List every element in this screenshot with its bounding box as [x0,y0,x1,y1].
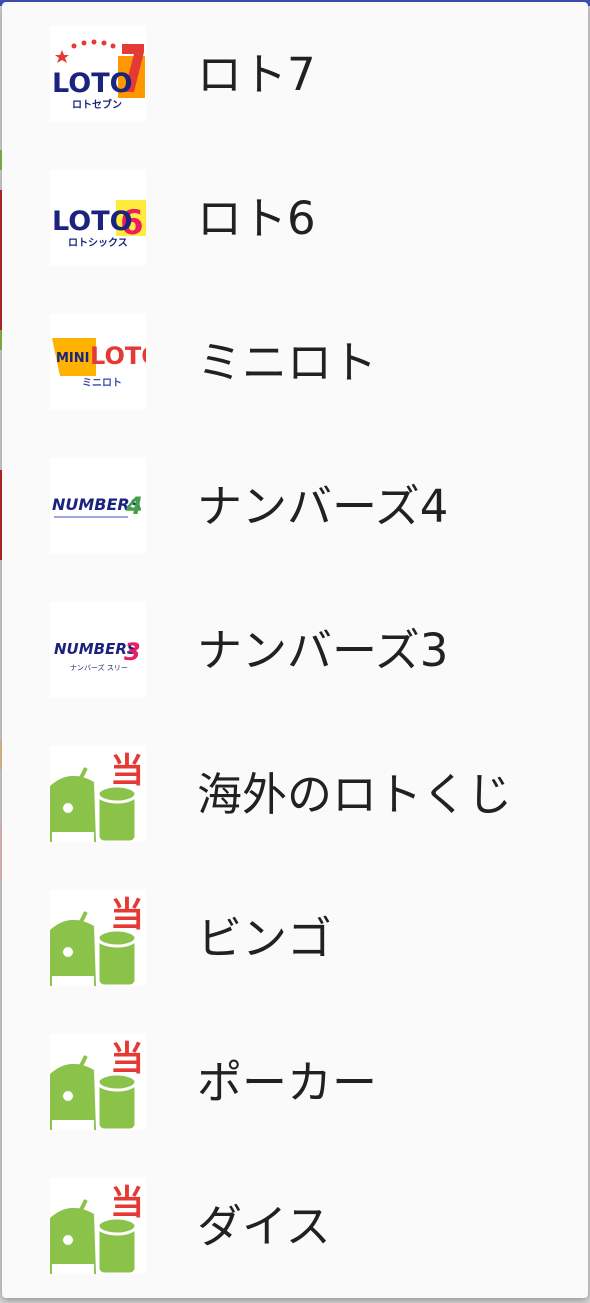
svg-text:LOTO: LOTO [90,342,146,370]
svg-text:4: 4 [125,492,143,520]
menu-item-bingo[interactable]: 当 ビンゴ [2,866,588,1010]
menu-item-label: ポーカー [197,1055,378,1109]
menu-item-loto7[interactable]: LOTO ロトセブン ロト7 [2,2,588,146]
svg-text:当: 当 [110,1183,144,1223]
lottery-menu-drawer: LOTO ロトセブン ロト7 6 LOTO ロトシックス ロト6 MINI LO… [2,2,588,1298]
menu-item-label: 海外のロトくじ [197,767,513,821]
android-atari-icon: 当 [50,746,146,842]
menu-item-label: ビンゴ [197,911,333,965]
menu-item-label: ミニロト [197,335,378,389]
svg-text:当: 当 [110,1039,144,1079]
miniloto-logo-icon: MINI LOTO ミニロト [50,314,146,410]
menu-item-label: ナンバーズ4 [197,479,449,533]
menu-item-poker[interactable]: 当 ポーカー [2,1010,588,1154]
svg-text:当: 当 [110,895,144,935]
svg-text:ロトシックス: ロトシックス [68,237,128,249]
svg-text:ロトセブン: ロトセブン [72,98,122,111]
svg-text:3: 3 [124,638,141,666]
android-atari-icon: 当 [50,1034,146,1130]
svg-text:当: 当 [110,751,144,791]
svg-text:MINI: MINI [56,351,90,366]
numbers4-logo-icon: NUMBERS 4 [50,458,146,554]
menu-item-overseas-lotto[interactable]: 当 海外のロトくじ [2,722,588,866]
svg-text:ナンバーズ スリー: ナンバーズ スリー [70,663,128,672]
loto6-logo-icon: 6 LOTO ロトシックス [50,170,146,266]
svg-text:LOTO: LOTO [52,68,133,99]
menu-item-loto6[interactable]: 6 LOTO ロトシックス ロト6 [2,146,588,290]
menu-item-label: ロト6 [197,191,316,245]
menu-item-label: ナンバーズ3 [197,623,449,677]
android-atari-icon: 当 [50,890,146,986]
menu-item-numbers4[interactable]: NUMBERS 4 ナンバーズ4 [2,434,588,578]
menu-item-miniloto[interactable]: MINI LOTO ミニロト ミニロト [2,290,588,434]
menu-item-label: ロト7 [197,47,316,101]
numbers3-logo-icon: NUMBERS 3 ナンバーズ スリー [50,602,146,698]
menu-item-numbers3[interactable]: NUMBERS 3 ナンバーズ スリー ナンバーズ3 [2,578,588,722]
svg-text:LOTO: LOTO [52,206,133,237]
android-atari-icon: 当 [50,1178,146,1274]
menu-item-label: ダイス [197,1199,331,1253]
svg-text:ミニロト: ミニロト [82,377,122,389]
menu-item-dice[interactable]: 当 ダイス [2,1154,588,1298]
loto7-logo-icon: LOTO ロトセブン [50,26,146,122]
